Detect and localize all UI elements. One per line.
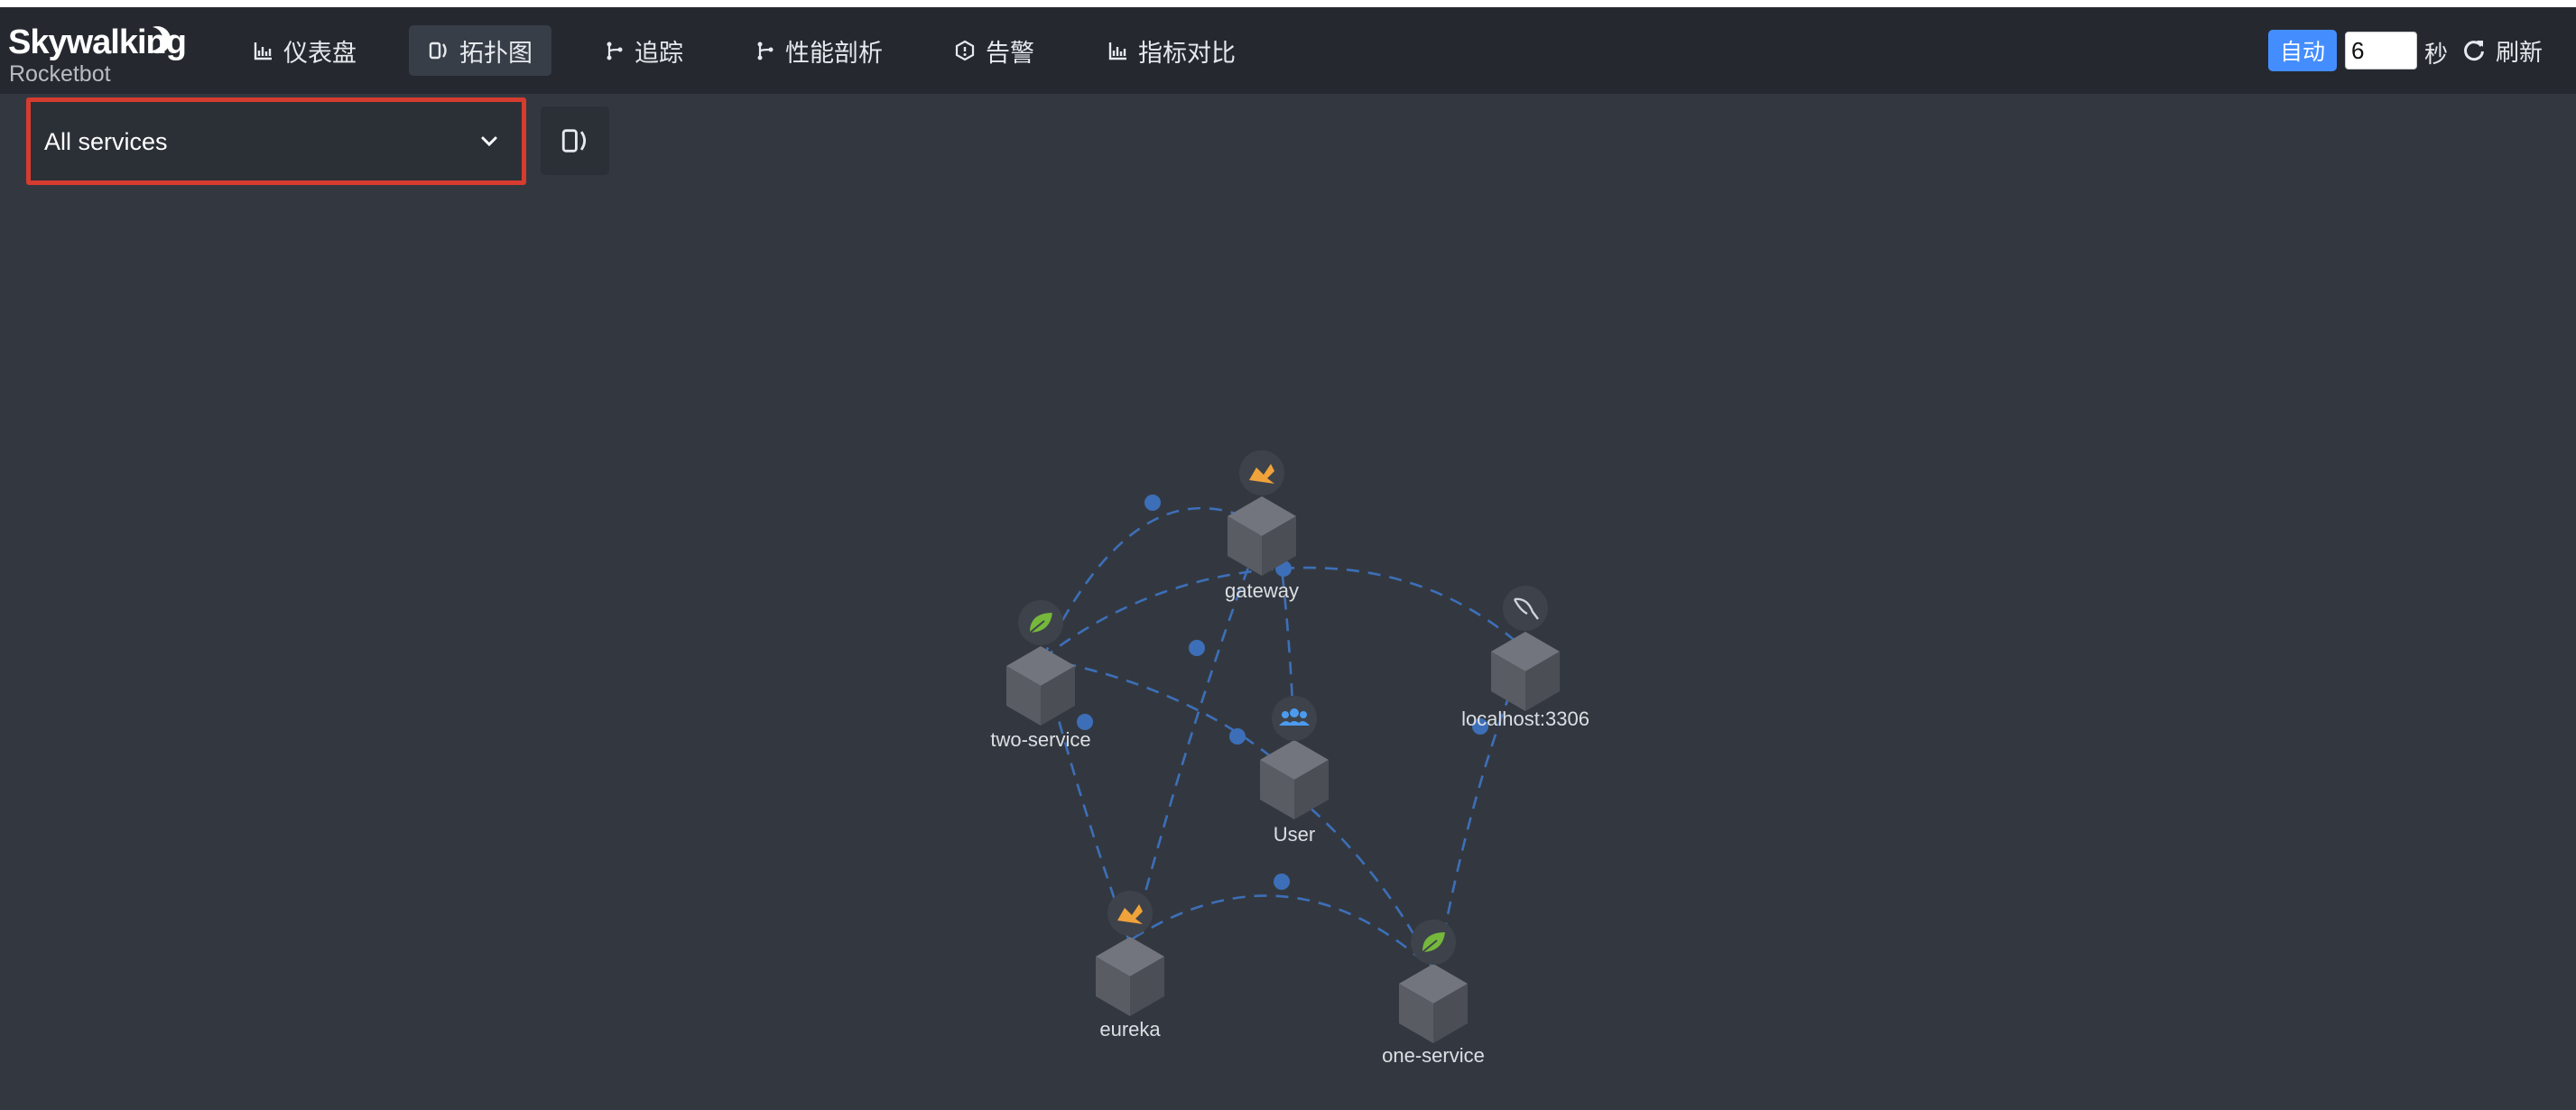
node-gateway-label: gateway (1225, 579, 1299, 602)
node-gateway[interactable]: gateway (1225, 450, 1299, 602)
link-eureka-one-service (1132, 894, 1434, 971)
node-user-label: User (1274, 823, 1315, 846)
link-dot[interactable] (1189, 640, 1205, 656)
link-dot[interactable] (1274, 874, 1290, 890)
node-one-service-label: one-service (1382, 1044, 1485, 1067)
link-dot[interactable] (1229, 728, 1246, 745)
link-dot[interactable] (1144, 495, 1161, 511)
link-gateway-localhost (1281, 566, 1526, 651)
node-user[interactable]: User (1260, 696, 1329, 846)
node-eureka-label: eureka (1099, 1018, 1161, 1041)
topology-graph: gateway two-service localhost:3306 User (990, 450, 1589, 1067)
node-localhost-label: localhost:3306 (1461, 708, 1589, 730)
node-two-service-label: two-service (990, 728, 1090, 751)
users-icon-badge (1272, 696, 1317, 741)
node-localhost[interactable]: localhost:3306 (1461, 586, 1589, 730)
node-eureka[interactable]: eureka (1096, 891, 1164, 1041)
mysql-icon-badge (1503, 586, 1548, 631)
node-two-service[interactable]: two-service (990, 600, 1091, 751)
